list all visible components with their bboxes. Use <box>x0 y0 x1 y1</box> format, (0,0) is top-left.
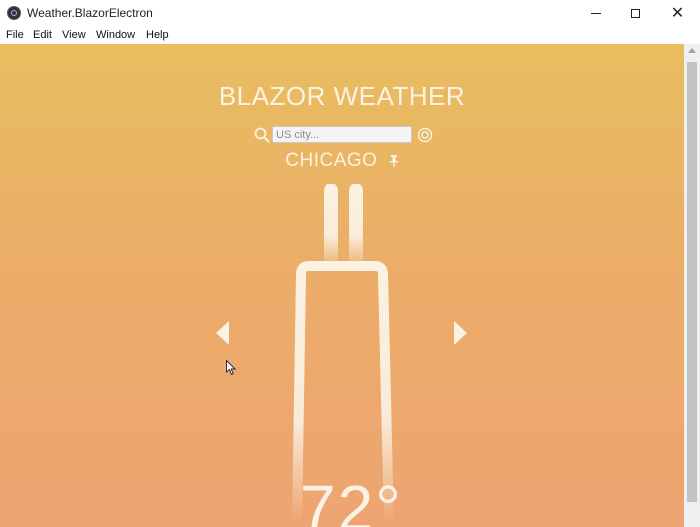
menu-help[interactable]: Help <box>146 29 169 41</box>
mouse-cursor-icon <box>226 360 236 376</box>
window-title: Weather.BlazorElectron <box>27 6 153 20</box>
previous-city-arrow-icon[interactable] <box>215 320 229 346</box>
city-name: CHICAGO <box>285 150 378 171</box>
close-button[interactable]: ✕ <box>655 0 700 26</box>
app-title: BLAZOR WEATHER <box>218 81 466 111</box>
city-search-input[interactable] <box>272 126 412 143</box>
vertical-scrollbar[interactable] <box>684 44 700 527</box>
scrollbar-thumb[interactable] <box>687 62 697 502</box>
minimize-icon <box>590 12 601 14</box>
menu-edit[interactable]: Edit <box>33 29 52 41</box>
weather-content: BLAZOR WEATHER CHICAGO <box>0 44 684 527</box>
city-header: CHICAGO <box>0 150 684 172</box>
scroll-up-icon[interactable] <box>688 48 696 53</box>
next-city-arrow-icon[interactable] <box>454 320 468 346</box>
maximize-button[interactable] <box>613 0 658 26</box>
menu-view[interactable]: View <box>62 29 86 41</box>
pin-icon[interactable] <box>389 154 399 167</box>
menu-bar: File Edit View Window Help <box>0 26 700 44</box>
locate-icon[interactable] <box>416 126 434 144</box>
current-temperature: 72° <box>300 472 403 527</box>
close-icon: ✕ <box>670 3 685 22</box>
title-bar[interactable]: Weather.BlazorElectron ✕ <box>0 0 700 26</box>
search-icon[interactable] <box>253 126 271 144</box>
menu-file[interactable]: File <box>6 29 24 41</box>
menu-window[interactable]: Window <box>96 29 135 41</box>
app-logo-icon <box>7 6 21 20</box>
app-window: Weather.BlazorElectron ✕ File Edit View … <box>0 0 700 527</box>
minimize-button[interactable] <box>573 0 618 26</box>
search-bar <box>253 126 433 144</box>
maximize-icon <box>631 8 640 18</box>
